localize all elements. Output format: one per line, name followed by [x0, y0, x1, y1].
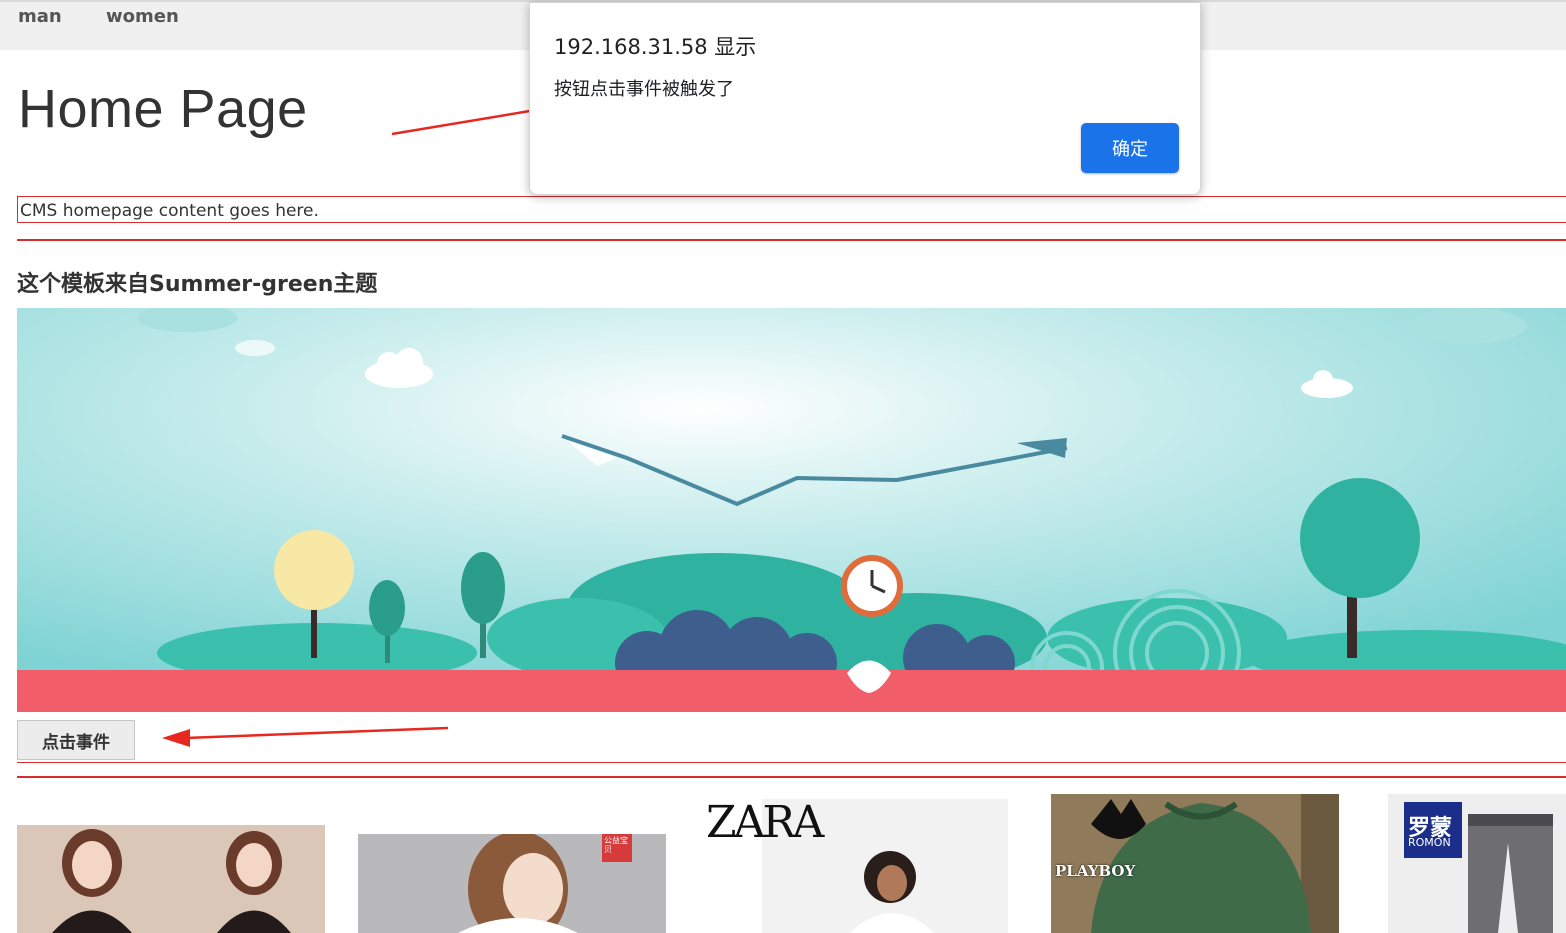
section-title: 这个模板来自Summer-green主题 — [17, 272, 378, 297]
product-image-5[interactable]: 罗蒙 ROMON — [1388, 794, 1566, 933]
click-event-button[interactable]: 点击事件 — [17, 720, 135, 760]
zara-logo: ZARA — [706, 799, 824, 848]
dialog-message: 按钮点击事件被触发了 — [554, 79, 734, 100]
nav-link-man[interactable]: man — [18, 6, 62, 27]
cms-content-text: CMS homepage content goes here. — [20, 201, 319, 221]
banner-image — [17, 308, 1566, 712]
divider-3 — [17, 776, 1566, 778]
product-image-2[interactable]: 公益宝贝 — [358, 834, 666, 933]
page-title: Home Page — [18, 79, 308, 139]
cms-content-box: CMS homepage content goes here. — [17, 196, 1566, 223]
divider-1 — [17, 239, 1566, 241]
product-badge: 公益宝贝 — [604, 836, 628, 854]
romon-logo-sub: ROMON — [1408, 836, 1451, 849]
product-image-1[interactable] — [17, 825, 325, 933]
dialog-ok-button[interactable]: 确定 — [1081, 123, 1179, 173]
arrow-head-icon — [162, 729, 190, 747]
product-image-4[interactable]: PLAYBOY — [1051, 794, 1339, 933]
nav-link-women[interactable]: women — [106, 6, 179, 27]
product-image-3[interactable]: ZARA — [700, 799, 1008, 933]
product-photo-women-dress — [17, 825, 325, 933]
divider-2 — [17, 762, 1566, 763]
banner-illustration — [17, 308, 1566, 712]
playboy-logo: PLAYBOY — [1055, 862, 1136, 880]
alert-dialog: 192.168.31.58 显示 按钮点击事件被触发了 确定 — [529, 2, 1201, 195]
dialog-title: 192.168.31.58 显示 — [554, 35, 757, 59]
